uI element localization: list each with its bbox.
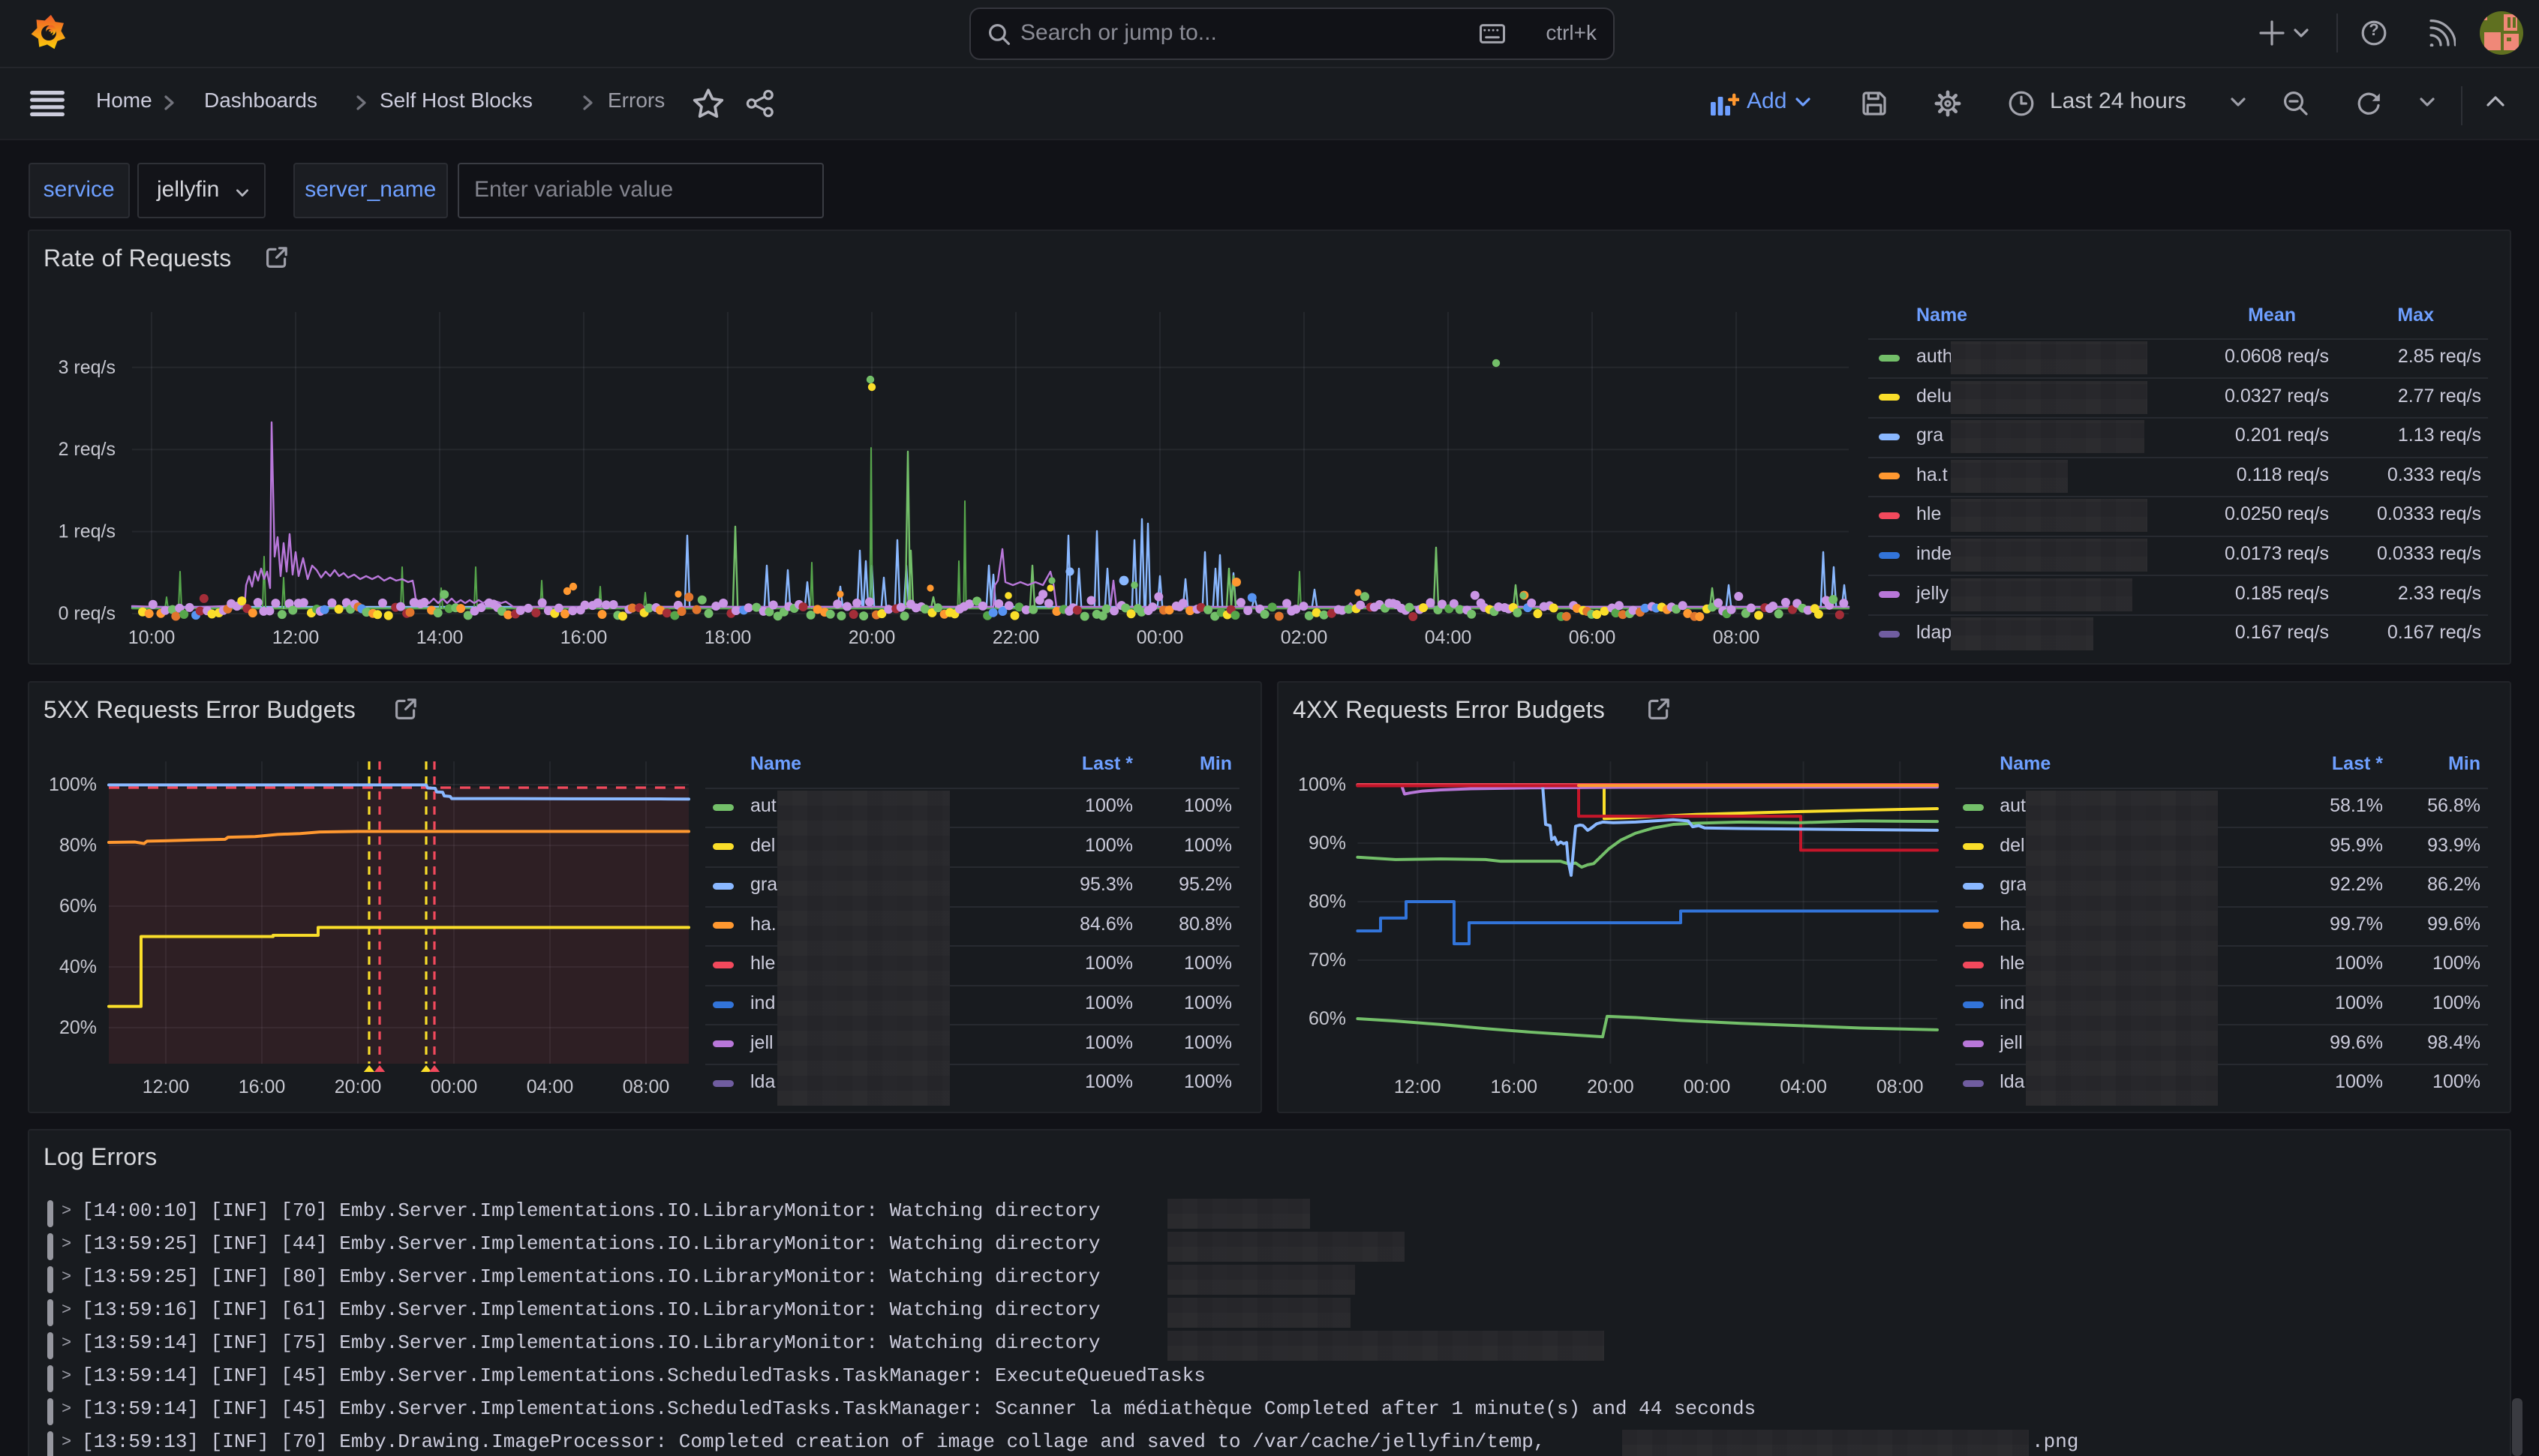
svg-text:08:00: 08:00 — [1876, 1076, 1924, 1097]
svg-text:16:00: 16:00 — [239, 1076, 286, 1097]
svg-text:80%: 80% — [1309, 891, 1346, 912]
svg-text:60%: 60% — [59, 896, 97, 917]
svg-text:04:00: 04:00 — [1425, 627, 1472, 648]
svg-text:1 req/s: 1 req/s — [59, 521, 116, 542]
svg-text:08:00: 08:00 — [1713, 627, 1760, 648]
svg-text:20:00: 20:00 — [849, 627, 896, 648]
svg-text:16:00: 16:00 — [560, 627, 608, 648]
svg-text:00:00: 00:00 — [1684, 1076, 1731, 1097]
svg-text:08:00: 08:00 — [623, 1076, 670, 1097]
svg-text:12:00: 12:00 — [272, 627, 320, 648]
svg-text:20:00: 20:00 — [335, 1076, 382, 1097]
svg-text:100%: 100% — [49, 774, 97, 795]
svg-text:18:00: 18:00 — [705, 627, 752, 648]
svg-text:100%: 100% — [1298, 774, 1346, 795]
svg-text:2 req/s: 2 req/s — [59, 439, 116, 460]
svg-text:04:00: 04:00 — [1780, 1076, 1827, 1097]
svg-text:12:00: 12:00 — [143, 1076, 190, 1097]
svg-text:00:00: 00:00 — [1137, 627, 1184, 648]
svg-text:16:00: 16:00 — [1491, 1076, 1538, 1097]
svg-text:04:00: 04:00 — [527, 1076, 574, 1097]
svg-text:22:00: 22:00 — [993, 627, 1040, 648]
svg-text:70%: 70% — [1309, 950, 1346, 971]
svg-text:00:00: 00:00 — [431, 1076, 478, 1097]
svg-text:20%: 20% — [59, 1017, 97, 1038]
svg-text:14:00: 14:00 — [416, 627, 464, 648]
svg-text:20:00: 20:00 — [1587, 1076, 1634, 1097]
svg-text:80%: 80% — [59, 835, 97, 856]
svg-text:10:00: 10:00 — [128, 627, 176, 648]
svg-text:02:00: 02:00 — [1281, 627, 1328, 648]
svg-text:0 req/s: 0 req/s — [59, 603, 116, 624]
svg-text:90%: 90% — [1309, 833, 1346, 854]
svg-text:60%: 60% — [1309, 1008, 1346, 1029]
svg-text:40%: 40% — [59, 956, 97, 977]
svg-text:3 req/s: 3 req/s — [59, 357, 116, 378]
svg-text:12:00: 12:00 — [1394, 1076, 1441, 1097]
svg-text:06:00: 06:00 — [1569, 627, 1616, 648]
